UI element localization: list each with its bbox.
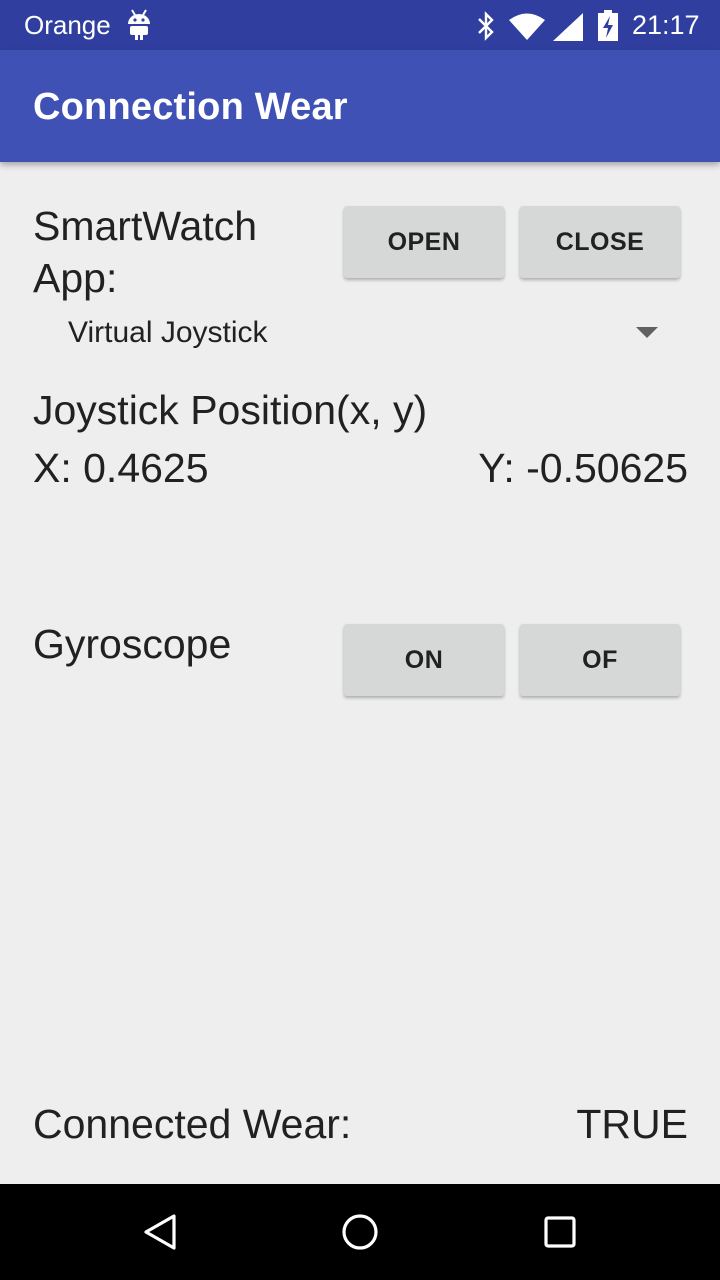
recents-icon[interactable] [536,1208,584,1256]
gyroscope-label: Gyroscope [33,621,232,667]
smartwatch-app-label: SmartWatch App: [33,200,257,304]
joystick-heading: Joystick Position(x, y) [33,387,428,433]
joystick-y-value: Y: -0.50625 [478,445,688,491]
wifi-icon [509,13,545,40]
battery-charging-icon [598,10,618,41]
gyroscope-off-button[interactable]: OF [520,624,680,696]
connected-wear-label: Connected Wear: [33,1101,352,1147]
open-button[interactable]: OPEN [344,206,504,278]
gyroscope-on-button[interactable]: ON [344,624,504,696]
bluetooth-icon [478,11,494,41]
selected-app-value: Virtual Joystick [68,316,268,349]
app-bar: Connection Wear [0,50,720,162]
joystick-x-value: X: 0.4625 [33,445,209,491]
dropdown-arrow-icon [636,327,658,338]
navigation-bar [0,1184,720,1280]
status-bar: Orange 21:17 [0,0,720,50]
app-selector-dropdown[interactable]: Virtual Joystick [68,310,668,360]
home-icon[interactable] [336,1208,384,1256]
cell-signal-icon [553,13,583,41]
smartwatch-label-line1: SmartWatch [33,203,258,249]
back-icon[interactable] [136,1208,184,1256]
close-button[interactable]: CLOSE [520,206,680,278]
clock: 21:17 [632,10,700,40]
carrier-name: Orange [24,10,111,40]
app-title: Connection Wear [33,86,348,128]
android-icon [128,9,150,40]
smartwatch-label-line2: App: [33,255,118,301]
connected-wear-status: TRUE [576,1101,688,1147]
